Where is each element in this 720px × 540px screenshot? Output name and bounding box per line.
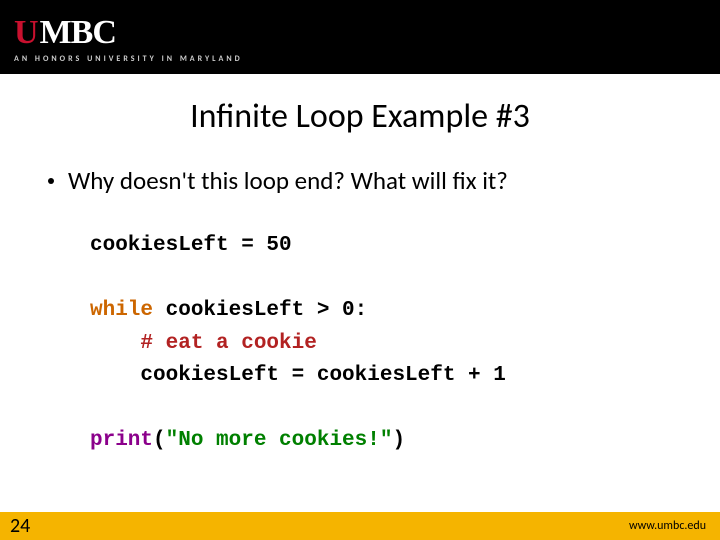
bullet-item: Why doesn't this loop end? What will fix…: [48, 165, 720, 196]
code-line-1: cookiesLeft = 50: [90, 234, 292, 257]
slide-number: 24: [10, 514, 30, 538]
code-paren-close: ): [392, 429, 405, 452]
footer-bar: 24 www.umbc.edu: [0, 512, 720, 540]
slide-title: Infinite Loop Example #3: [0, 96, 720, 137]
tagline: AN HONORS UNIVERSITY IN MARYLAND: [14, 54, 706, 64]
code-line-4: cookiesLeft = cookiesLeft + 1: [90, 364, 506, 387]
code-block: cookiesLeft = 50 while cookiesLeft > 0: …: [90, 230, 720, 458]
code-keyword-while: while: [90, 299, 153, 322]
header-bar: U MBC AN HONORS UNIVERSITY IN MARYLAND: [0, 0, 720, 74]
logo-prefix: U: [14, 14, 38, 52]
code-paren-open: (: [153, 429, 166, 452]
code-keyword-print: print: [90, 429, 153, 452]
logo-rest: MBC: [40, 14, 116, 52]
code-comment: # eat a cookie: [90, 332, 317, 355]
footer-url: www.umbc.edu: [629, 519, 706, 533]
logo: U MBC: [14, 14, 706, 52]
code-string: "No more cookies!": [166, 429, 393, 452]
bullet-text: Why doesn't this loop end? What will fix…: [68, 165, 508, 196]
code-line-2-rest: cookiesLeft > 0:: [153, 299, 367, 322]
bullet-dot-icon: [48, 178, 54, 184]
